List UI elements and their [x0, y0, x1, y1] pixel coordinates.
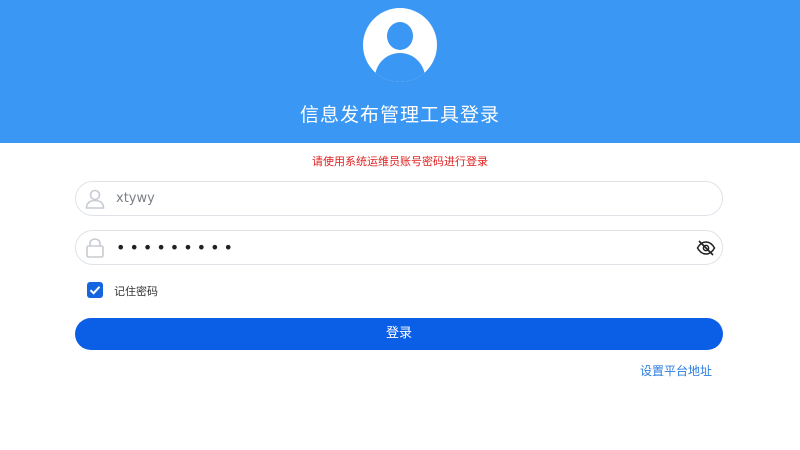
remember-checkbox[interactable] [87, 282, 103, 298]
set-platform-address-link[interactable]: 设置平台地址 [640, 362, 712, 379]
password-field[interactable]: ••••••••• [75, 230, 723, 265]
user-icon [85, 189, 105, 209]
username-field[interactable]: xtywy [75, 181, 723, 216]
login-hint: 请使用系统运维员账号密码进行登录 [312, 155, 488, 168]
login-button[interactable]: 登录 [75, 318, 723, 350]
eye-slash-icon[interactable] [696, 239, 716, 257]
user-avatar-icon [363, 8, 437, 82]
username-value: xtywy [116, 191, 155, 206]
password-value: ••••••••• [116, 238, 237, 257]
header-banner: 信息发布管理工具登录 [0, 0, 800, 143]
remember-label: 记住密码 [114, 285, 158, 298]
page-title: 信息发布管理工具登录 [299, 104, 500, 126]
checkmark-icon [89, 286, 101, 295]
lock-icon [86, 238, 104, 258]
